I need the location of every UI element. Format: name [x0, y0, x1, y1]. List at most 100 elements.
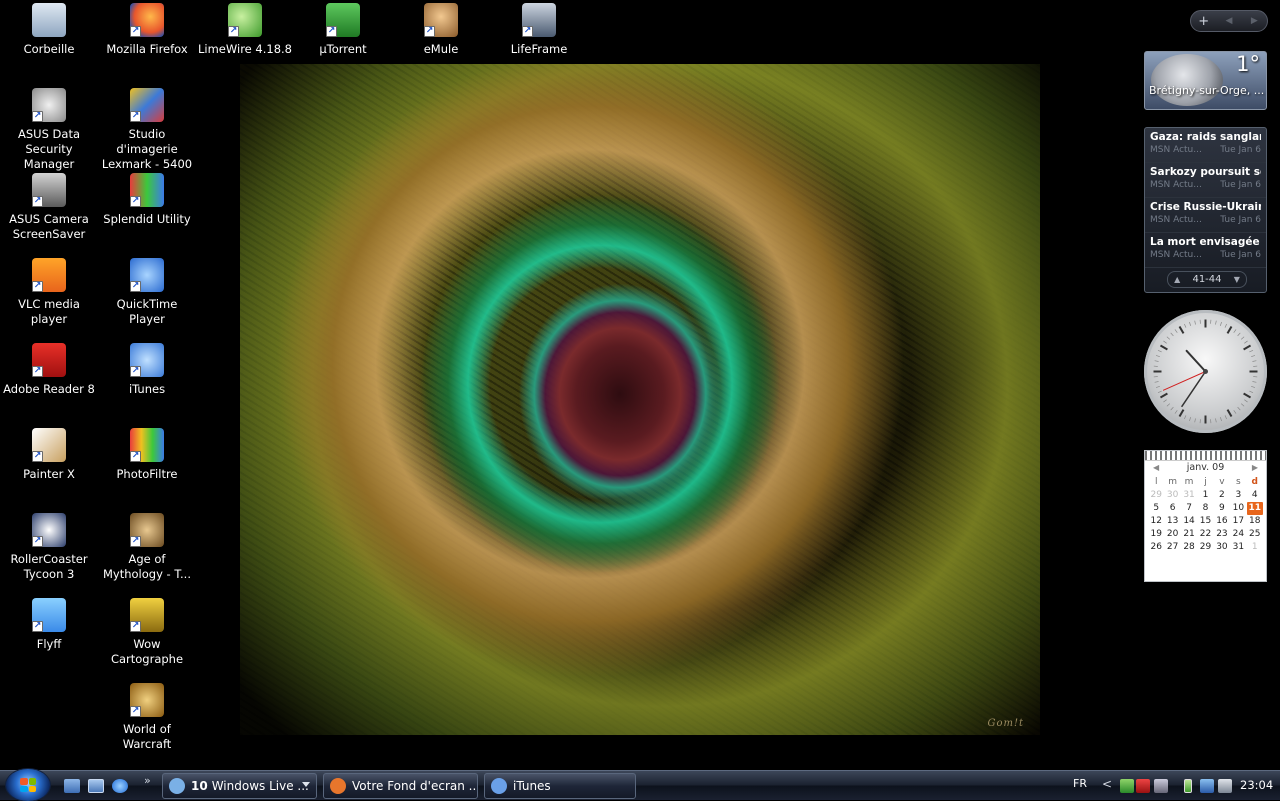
calendar-day[interactable]: 25: [1247, 528, 1263, 541]
weather-gadget[interactable]: 1° Brétigny-sur-Orge, ...: [1144, 51, 1267, 110]
language-indicator[interactable]: FR: [1073, 777, 1087, 790]
calendar-day[interactable]: 10: [1230, 502, 1246, 515]
clock-tick: [1244, 394, 1251, 398]
calendar-day[interactable]: 1: [1247, 541, 1263, 554]
desktop-icon-flyff[interactable]: ↗Flyff: [0, 597, 98, 652]
gadget-prev-button[interactable]: ◀: [1216, 11, 1241, 31]
desktop-icon-wow-cartographe[interactable]: ↗Wow Cartographe: [98, 597, 196, 667]
gadget-next-button[interactable]: ▶: [1242, 11, 1267, 31]
desktop-icon-recycle-bin[interactable]: Corbeille: [0, 2, 98, 57]
news-item[interactable]: La mort envisagée d...MSN Actu...Tue Jan…: [1145, 233, 1266, 268]
calendar-gadget[interactable]: ◀ janv. 09 ▶ lmmjvsd29303112345678910111…: [1144, 450, 1267, 582]
calendar-prev-icon[interactable]: ◀: [1153, 463, 1159, 472]
calendar-day[interactable]: 14: [1181, 515, 1197, 528]
desktop-icon-rollercoaster[interactable]: ↗RollerCoaster Tycoon 3: [0, 512, 98, 582]
calendar-day[interactable]: 26: [1148, 541, 1164, 554]
desktop-icon-adobe-reader[interactable]: ↗Adobe Reader 8: [0, 342, 98, 397]
start-button[interactable]: [6, 769, 50, 801]
network-icon[interactable]: [1200, 779, 1214, 793]
calendar-day[interactable]: 12: [1148, 515, 1164, 528]
calendar-day[interactable]: 21: [1181, 528, 1197, 541]
taskbar-button-1[interactable]: 10Windows Live ...: [162, 773, 317, 799]
battery-icon[interactable]: [1184, 779, 1192, 793]
desktop-icon-utorrent[interactable]: ↗µTorrent: [294, 2, 392, 57]
network-disconnected-icon[interactable]: [1136, 779, 1150, 793]
calendar-day[interactable]: 7: [1181, 502, 1197, 515]
calendar-day[interactable]: 31: [1230, 541, 1246, 554]
calendar-day[interactable]: 5: [1148, 502, 1164, 515]
taskbar-button-3[interactable]: iTunes: [484, 773, 636, 799]
task-group-dropdown-icon[interactable]: [302, 782, 310, 787]
clock-tick: [1175, 329, 1177, 332]
clock-tick: [1195, 418, 1196, 422]
calendar-day[interactable]: 3: [1230, 489, 1246, 502]
desktop-icon-limewire[interactable]: ↗LimeWire 4.18.8: [196, 2, 294, 57]
calendar-grid: lmmjvsd293031123456789101112131415161718…: [1145, 473, 1266, 554]
news-item[interactable]: Sarkozy poursuit ses ...MSN Actu...Tue J…: [1145, 163, 1266, 198]
calendar-day[interactable]: 15: [1197, 515, 1213, 528]
calendar-day[interactable]: 2: [1214, 489, 1230, 502]
news-up-arrow-icon[interactable]: ▲: [1174, 275, 1180, 284]
desktop-icon-vlc-cone[interactable]: ↗VLC media player: [0, 257, 98, 327]
show-hidden-icons-icon[interactable]: <: [1102, 777, 1112, 791]
calendar-day[interactable]: 19: [1148, 528, 1164, 541]
calendar-day[interactable]: 28: [1181, 541, 1197, 554]
add-gadget-button[interactable]: +: [1191, 11, 1216, 31]
calendar-day[interactable]: 11: [1247, 502, 1263, 515]
desktop-icon-lock[interactable]: ↗ASUS Data Security Manager: [0, 87, 98, 172]
calendar-day[interactable]: 1: [1197, 489, 1213, 502]
calendar-day[interactable]: 22: [1197, 528, 1213, 541]
news-date: Tue Jan 6: [1220, 215, 1261, 225]
calendar-day[interactable]: 30: [1164, 489, 1180, 502]
internet-explorer-icon[interactable]: [112, 779, 128, 793]
desktop-icon-splendid[interactable]: ↗Splendid Utility: [98, 172, 196, 227]
desktop-icon-itunes[interactable]: ↗iTunes: [98, 342, 196, 397]
quick-launch-more-icon[interactable]: »: [144, 774, 151, 787]
clock-tick: [1184, 324, 1186, 328]
news-item[interactable]: Gaza: raids sanglant...MSN Actu...Tue Ja…: [1145, 128, 1266, 163]
desktop-icon-label: LifeFrame: [511, 42, 568, 57]
taskbar-button-2[interactable]: Votre Fond d'ecran ...: [323, 773, 478, 799]
calendar-day[interactable]: 8: [1197, 502, 1213, 515]
desktop-icon-firefox[interactable]: ↗Mozilla Firefox: [98, 2, 196, 57]
calendar-day[interactable]: 23: [1214, 528, 1230, 541]
desktop-icon-camera[interactable]: ↗ASUS Camera ScreenSaver: [0, 172, 98, 242]
calendar-day[interactable]: 27: [1164, 541, 1180, 554]
task-group-count: 10: [191, 779, 208, 793]
calendar-day[interactable]: 31: [1181, 489, 1197, 502]
calendar-day[interactable]: 9: [1214, 502, 1230, 515]
desktop-icon-quicktime[interactable]: ↗QuickTime Player: [98, 257, 196, 327]
clock-tick: [1225, 415, 1227, 419]
calendar-day[interactable]: 18: [1247, 515, 1263, 528]
calendar-day[interactable]: 17: [1230, 515, 1246, 528]
desktop-icon-painter-brush[interactable]: ↗Painter X: [0, 427, 98, 482]
calendar-day[interactable]: 6: [1164, 502, 1180, 515]
desktop-icon-emule[interactable]: ↗eMule: [392, 2, 490, 57]
calendar-day[interactable]: 24: [1230, 528, 1246, 541]
display-icon[interactable]: [1154, 779, 1168, 793]
desktop-icon-photofiltre[interactable]: ↗PhotoFiltre: [98, 427, 196, 482]
desktop-icon-label: QuickTime Player: [98, 297, 196, 327]
volume-icon[interactable]: [1218, 779, 1232, 793]
calendar-day[interactable]: 20: [1164, 528, 1180, 541]
desktop-icon-age-of-mythology[interactable]: ↗Age of Mythology - T...: [98, 512, 196, 582]
tray-app-icon[interactable]: [1120, 779, 1134, 793]
system-clock[interactable]: 23:04: [1240, 778, 1273, 792]
news-item[interactable]: Crise Russie-Ukraine...MSN Actu...Tue Ja…: [1145, 198, 1266, 233]
news-down-arrow-icon[interactable]: ▼: [1234, 275, 1240, 284]
calendar-day[interactable]: 16: [1214, 515, 1230, 528]
calendar-day[interactable]: 4: [1247, 489, 1263, 502]
calendar-day[interactable]: 13: [1164, 515, 1180, 528]
desktop-icon-lifeframe[interactable]: ↗LifeFrame: [490, 2, 588, 57]
switch-windows-icon[interactable]: [88, 779, 104, 793]
clock-gadget[interactable]: [1144, 310, 1267, 433]
calendar-day[interactable]: 29: [1148, 489, 1164, 502]
weather-temperature: 1°: [1236, 52, 1260, 76]
calendar-day[interactable]: 29: [1197, 541, 1213, 554]
desktop-icon-world-of-warcraft[interactable]: ↗World of Warcraft: [98, 682, 196, 752]
calendar-day[interactable]: 30: [1214, 541, 1230, 554]
show-desktop-icon[interactable]: [64, 779, 80, 793]
calendar-next-icon[interactable]: ▶: [1252, 463, 1258, 472]
desktop[interactable]: Corbeille↗Mozilla Firefox↗LimeWire 4.18.…: [0, 0, 1280, 770]
desktop-icon-label: LimeWire 4.18.8: [198, 42, 292, 57]
